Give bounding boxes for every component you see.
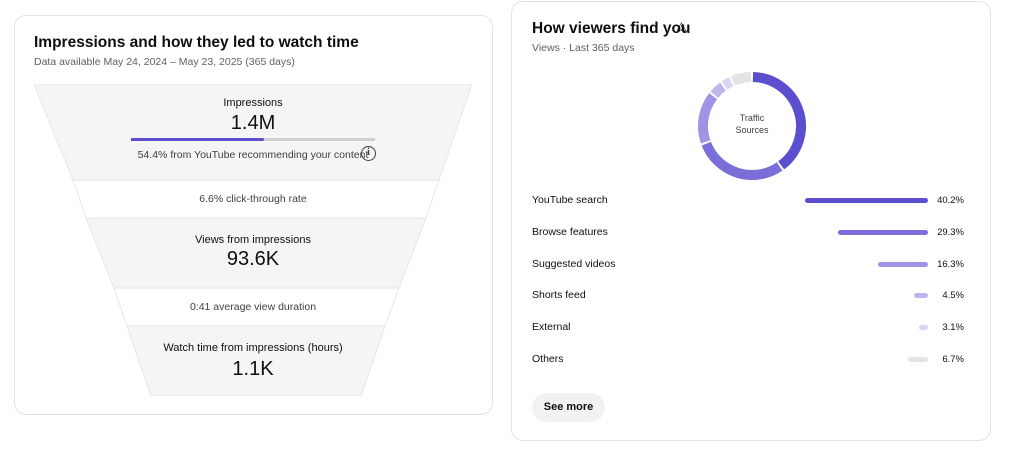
ctr-text: 6.6% click-through rate [199,193,307,205]
source-label-browse-features: Browse features [532,225,608,238]
source-label-suggested-videos: Suggested videos [532,257,616,270]
source-bar-shorts-feed [914,293,928,299]
source-percent-browse-features: 29.3% [937,226,964,238]
impressions-value: 1.4M [230,112,276,134]
impressions-label: Impressions [223,97,283,109]
source-percent-shorts-feed: 4.5% [942,290,964,302]
source-label-others: Others [532,353,564,365]
recommendation-text: 54.4% from YouTube recommending your con… [137,149,369,161]
watch-time-value: 1.1K [232,358,274,380]
impressions-card-title: Impressions and how they led to watch ti… [34,34,359,51]
donut-slice-external[interactable] [721,77,734,90]
donut-center-line-2: Sources [735,125,769,135]
source-bar-browse-features [838,229,928,235]
impressions-funnel: Impressions 1.4M 54.4% from YouTube reco… [33,83,473,397]
warning-icon[interactable]: ⚠ [676,20,687,34]
watch-time-label: Watch time from impressions (hours) [163,342,343,354]
traffic-card-title: How viewers find you [532,20,691,37]
source-percent-external: 3.1% [942,322,964,334]
donut-slice-browse-features[interactable] [701,141,783,180]
donut-center-line-1: Traffic [739,113,765,123]
source-bar-others [907,357,928,362]
source-percent-others: 6.7% [942,354,964,365]
source-label-shorts-feed: Shorts feed [532,289,586,302]
donut-center-label: Traffic Sources [712,112,792,136]
donut-slice-others[interactable] [730,72,752,86]
views-label: Views from impressions [195,234,311,246]
source-percent-suggested-videos: 16.3% [937,258,964,270]
donut-slice-shorts-feed[interactable] [710,82,727,99]
views-value: 93.6K [226,248,280,270]
source-bar-suggested-videos [878,261,928,267]
recommendation-bar-fill [131,138,264,141]
traffic-card-subtitle: Views · Last 365 days [532,42,635,54]
source-bar-youtube-search [805,198,928,203]
avg-duration-text: 0:41 average view duration [189,301,317,313]
impressions-card-subtitle: Data available May 24, 2024 – May 23, 20… [34,56,295,68]
source-percent-youtube-search: 40.2% [937,195,964,206]
source-bar-external [918,325,928,331]
source-label-external: External [532,321,571,334]
see-more-button[interactable]: See more [532,393,605,422]
source-label-youtube-search: YouTube search [532,194,608,206]
info-icon[interactable]: i [361,146,376,161]
